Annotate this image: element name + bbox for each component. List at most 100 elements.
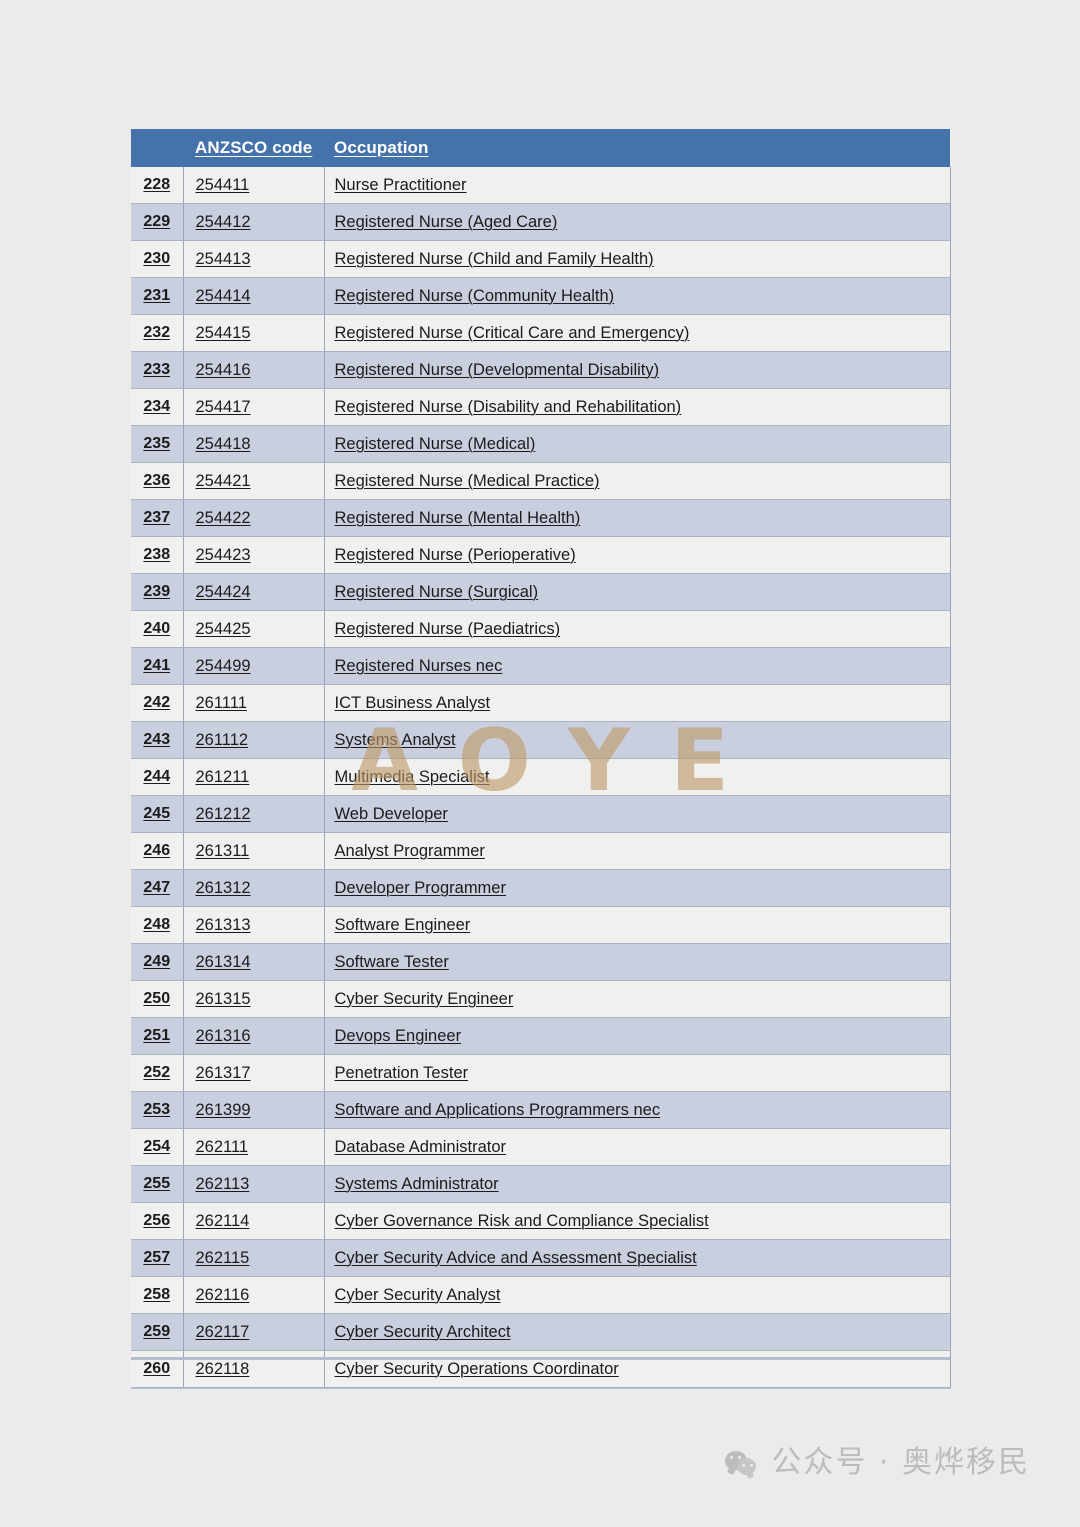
row-index-cell: 244 — [131, 758, 184, 796]
table-row: 255 262113 Systems Administrator — [131, 1165, 951, 1203]
occupation-cell: Registered Nurse (Aged Care) — [324, 203, 951, 241]
table-row: 249 261314 Software Tester — [131, 943, 951, 981]
table-row: 252 261317 Penetration Tester — [131, 1054, 951, 1092]
table-row: 257 262115 Cyber Security Advice and Asses… — [131, 1239, 951, 1277]
occupation-cell: Devops Engineer — [324, 1017, 951, 1055]
occupation-cell: Registered Nurse (Child and Family Healt… — [324, 240, 951, 278]
row-index-cell: 252 — [131, 1054, 184, 1092]
anzsco-code-value: 254422 — [195, 508, 251, 527]
table-row: 230 254413 Registered Nurse (Child and Fam… — [131, 240, 951, 278]
occupation-value: Software Engineer — [334, 915, 471, 934]
row-index-value: 237 — [143, 509, 171, 526]
table-row: 254 262111 Database Administrator — [131, 1128, 951, 1166]
anzsco-code-value: 261112 — [195, 730, 249, 749]
row-index-value: 249 — [143, 953, 171, 970]
footer-attribution: 公众号 · 奥烨移民 — [725, 1448, 1030, 1478]
table-row: 242 261111 ICT Business Analyst — [131, 684, 951, 722]
footer-text: 公众号 · 奥烨移民 — [771, 1445, 1030, 1480]
table-row: 253 261399 Software and Applications Progr… — [131, 1091, 951, 1129]
occupation-value: Systems Administrator — [334, 1174, 499, 1193]
occupation-value: Multimedia Specialist — [334, 767, 490, 786]
occupation-cell: Registered Nurse (Perioperative) — [324, 536, 951, 574]
anzsco-code-cell: 261312 — [183, 869, 325, 907]
anzsco-code-cell: 261314 — [183, 943, 325, 981]
anzsco-code-cell: 261112 — [183, 721, 325, 759]
row-index-value: 232 — [143, 324, 171, 341]
occupation-value: Registered Nurse (Critical Care and Emer… — [334, 323, 690, 342]
table-body: 228 254411 Nurse Practitioner 229 254412 Regi… — [131, 167, 951, 1388]
anzsco-code-value: 261315 — [195, 989, 251, 1008]
row-index-value: 245 — [143, 805, 171, 822]
occupation-value: Registered Nurse (Community Health) — [334, 286, 615, 305]
occupation-cell: Registered Nurse (Paediatrics) — [324, 610, 951, 648]
occupation-value: Registered Nurse (Paediatrics) — [334, 619, 561, 638]
row-index-value: 244 — [143, 768, 171, 785]
row-index-value: 236 — [143, 472, 171, 489]
occupation-value: Penetration Tester — [334, 1063, 469, 1082]
table-row: 259 262117 Cyber Security Architect — [131, 1313, 951, 1351]
row-index-value: 243 — [143, 731, 171, 748]
table-row: 251 261316 Devops Engineer — [131, 1017, 951, 1055]
occupation-value: Software and Applications Programmers ne… — [334, 1100, 661, 1119]
row-index-value: 242 — [143, 694, 171, 711]
anzsco-code-value: 254414 — [195, 286, 251, 305]
occupation-value: Database Administrator — [334, 1137, 507, 1156]
anzsco-code-value: 254415 — [195, 323, 251, 342]
occupation-cell: Multimedia Specialist — [324, 758, 951, 796]
anzsco-code-cell: 254499 — [183, 647, 325, 685]
anzsco-code-value: 254418 — [195, 434, 251, 453]
anzsco-code-value: 262114 — [195, 1211, 250, 1230]
occupation-cell: Cyber Security Analyst — [324, 1276, 951, 1314]
row-index-value: 240 — [143, 620, 171, 637]
occupation-cell: Systems Administrator — [324, 1165, 951, 1203]
row-index-value: 260 — [143, 1360, 171, 1377]
row-index-value: 255 — [143, 1175, 171, 1192]
anzsco-code-cell: 254414 — [183, 277, 325, 315]
occupation-value: Registered Nurse (Surgical) — [334, 582, 539, 601]
column-header-occupation-label: Occupation — [334, 138, 429, 157]
anzsco-code-cell: 261111 — [183, 684, 325, 722]
occupation-cell: Registered Nurse (Developmental Disabili… — [324, 351, 951, 389]
row-index-value: 254 — [143, 1138, 171, 1155]
occupation-table: ANZSCO code Occupation 228 254411 Nurse Pr… — [131, 129, 951, 1388]
table-header-row: ANZSCO code Occupation — [131, 129, 950, 167]
anzsco-code-value: 261314 — [195, 952, 251, 971]
anzsco-code-cell: 254415 — [183, 314, 325, 352]
row-index-cell: 255 — [131, 1165, 184, 1203]
anzsco-code-cell: 254423 — [183, 536, 325, 574]
anzsco-code-cell: 262114 — [183, 1202, 325, 1240]
anzsco-code-value: 262111 — [195, 1137, 249, 1156]
occupation-value: Registered Nurse (Disability and Rehabil… — [334, 397, 682, 416]
row-index-value: 239 — [143, 583, 171, 600]
row-index-cell: 250 — [131, 980, 184, 1018]
anzsco-code-value: 261212 — [195, 804, 251, 823]
row-index-cell: 259 — [131, 1313, 184, 1351]
occupation-value: Web Developer — [334, 804, 448, 823]
row-index-cell: 258 — [131, 1276, 184, 1314]
anzsco-code-value: 254417 — [195, 397, 251, 416]
row-index-cell: 243 — [131, 721, 184, 759]
anzsco-code-cell: 261316 — [183, 1017, 325, 1055]
anzsco-code-value: 261111 — [195, 693, 247, 712]
occupation-cell: Cyber Governance Risk and Compliance Spe… — [324, 1202, 951, 1240]
anzsco-code-value: 254416 — [195, 360, 251, 379]
table-row: 236 254421 Registered Nurse (Medical Pract… — [131, 462, 951, 500]
row-index-cell: 233 — [131, 351, 184, 389]
row-index-cell: 234 — [131, 388, 184, 426]
anzsco-code-value: 254425 — [195, 619, 251, 638]
anzsco-code-value: 254411 — [195, 175, 250, 194]
occupation-cell: Penetration Tester — [324, 1054, 951, 1092]
occupation-value: Cyber Security Advice and Assessment Spe… — [334, 1248, 697, 1267]
anzsco-code-value: 254499 — [195, 656, 251, 675]
occupation-cell: Registered Nurse (Surgical) — [324, 573, 951, 611]
occupation-cell: Registered Nurse (Community Health) — [324, 277, 951, 315]
row-index-cell: 248 — [131, 906, 184, 944]
table-row: 258 262116 Cyber Security Analyst — [131, 1276, 951, 1314]
anzsco-code-cell: 254412 — [183, 203, 325, 241]
table-row: 243 261112 Systems Analyst — [131, 721, 951, 759]
row-index-cell: 240 — [131, 610, 184, 648]
occupation-cell: Cyber Security Architect — [324, 1313, 951, 1351]
occupation-table-container: ANZSCO code Occupation 228 254411 Nurse Pr… — [131, 129, 951, 1388]
document-page: AOYE ANZSCO code Occupation 228 254411 N… — [0, 0, 1080, 1527]
anzsco-code-value: 261316 — [195, 1026, 251, 1045]
